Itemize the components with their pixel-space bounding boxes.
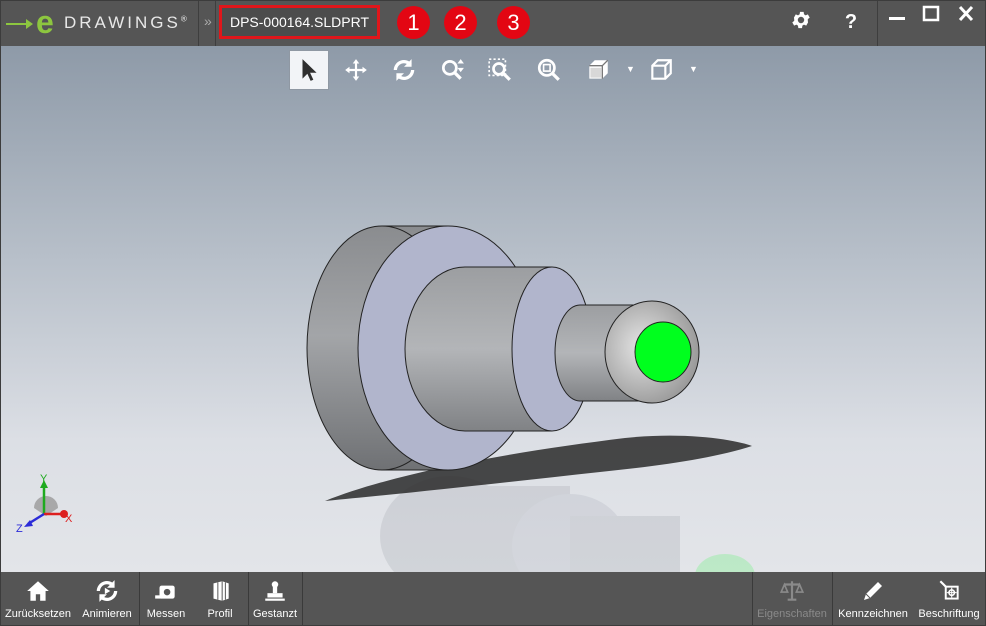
file-name-tab[interactable]: DPS-000164.SLDPRT <box>219 5 380 39</box>
gear-icon <box>792 11 810 29</box>
floor-reflection <box>380 476 755 572</box>
bottom-toolbar: Zurücksetzen Animieren Messen Profil Ges… <box>0 572 986 626</box>
title-bar: e DRAWINGS® » DPS-000164.SLDPRT 1 2 3 ? <box>0 0 986 46</box>
triad-x-label: X <box>65 513 73 525</box>
markup-label: Kennzeichnen <box>838 608 908 620</box>
maximize-button[interactable] <box>918 4 944 26</box>
logo-word: DRAWINGS® <box>64 13 187 33</box>
logo-arrow-line <box>6 23 28 25</box>
logo-registered-mark: ® <box>180 14 187 24</box>
section-button[interactable]: Profil <box>196 572 244 626</box>
pencil-icon <box>864 582 882 600</box>
triad-z-label: Z <box>16 523 23 535</box>
logo-arrow-head <box>26 19 33 29</box>
logo-e: e <box>36 4 54 40</box>
stamp-label: Gestanzt <box>252 608 298 620</box>
edrawings-logo: e DRAWINGS® <box>0 0 198 46</box>
animate-button[interactable]: Animieren <box>76 572 138 626</box>
title-separator <box>215 0 216 46</box>
section-icon <box>213 581 229 601</box>
settings-button[interactable] <box>788 9 814 35</box>
section-label: Profil <box>207 608 233 620</box>
toolbar-separator <box>139 572 140 626</box>
step-badge-2: 2 <box>444 6 477 39</box>
annotation-icon <box>939 580 959 600</box>
toolbar-separator <box>752 572 753 626</box>
annotation-label: Beschriftung <box>918 608 980 620</box>
markup-button[interactable]: Kennzeichnen <box>834 572 912 626</box>
selected-green-face[interactable] <box>634 321 692 383</box>
animate-label: Animieren <box>82 608 132 620</box>
close-button[interactable] <box>953 4 979 26</box>
logo-word-text: DRAWINGS <box>64 13 181 32</box>
step-badge-1: 1 <box>397 6 430 39</box>
annotation-button[interactable]: Beschriftung <box>914 572 984 626</box>
breadcrumb-chevron: » <box>204 13 212 29</box>
animate-icon <box>96 580 118 602</box>
title-separator <box>198 0 199 46</box>
minimize-button[interactable] <box>884 4 910 26</box>
close-icon <box>958 5 974 22</box>
maximize-icon <box>922 5 940 22</box>
stamp-button[interactable]: Gestanzt <box>250 572 300 626</box>
toolbar-separator <box>832 572 833 626</box>
measure-icon <box>155 585 175 599</box>
scale-icon <box>779 581 805 601</box>
measure-label: Messen <box>146 608 186 620</box>
reset-button[interactable]: Zurücksetzen <box>2 572 74 626</box>
reset-label: Zurücksetzen <box>4 608 72 620</box>
help-button[interactable]: ? <box>838 9 864 35</box>
title-separator <box>877 0 878 46</box>
edrawings-window: e DRAWINGS® » DPS-000164.SLDPRT 1 2 3 ? <box>0 0 986 626</box>
properties-button[interactable]: Eigenschaften <box>754 572 830 626</box>
home-icon <box>27 581 49 601</box>
triad-y-label: Y <box>40 474 48 485</box>
stamp-icon <box>265 581 285 601</box>
toolbar-separator <box>248 572 249 626</box>
graphics-viewport[interactable]: ▼ ▼ Y X Z <box>0 46 986 572</box>
axis-triad: Y X Z <box>16 474 73 535</box>
toolbar-separator <box>302 572 303 626</box>
properties-label: Eigenschaften <box>757 608 827 620</box>
step-badge-3: 3 <box>497 6 530 39</box>
part-model-3d[interactable] <box>0 46 986 572</box>
measure-button[interactable]: Messen <box>142 572 190 626</box>
minimize-icon <box>889 17 905 20</box>
